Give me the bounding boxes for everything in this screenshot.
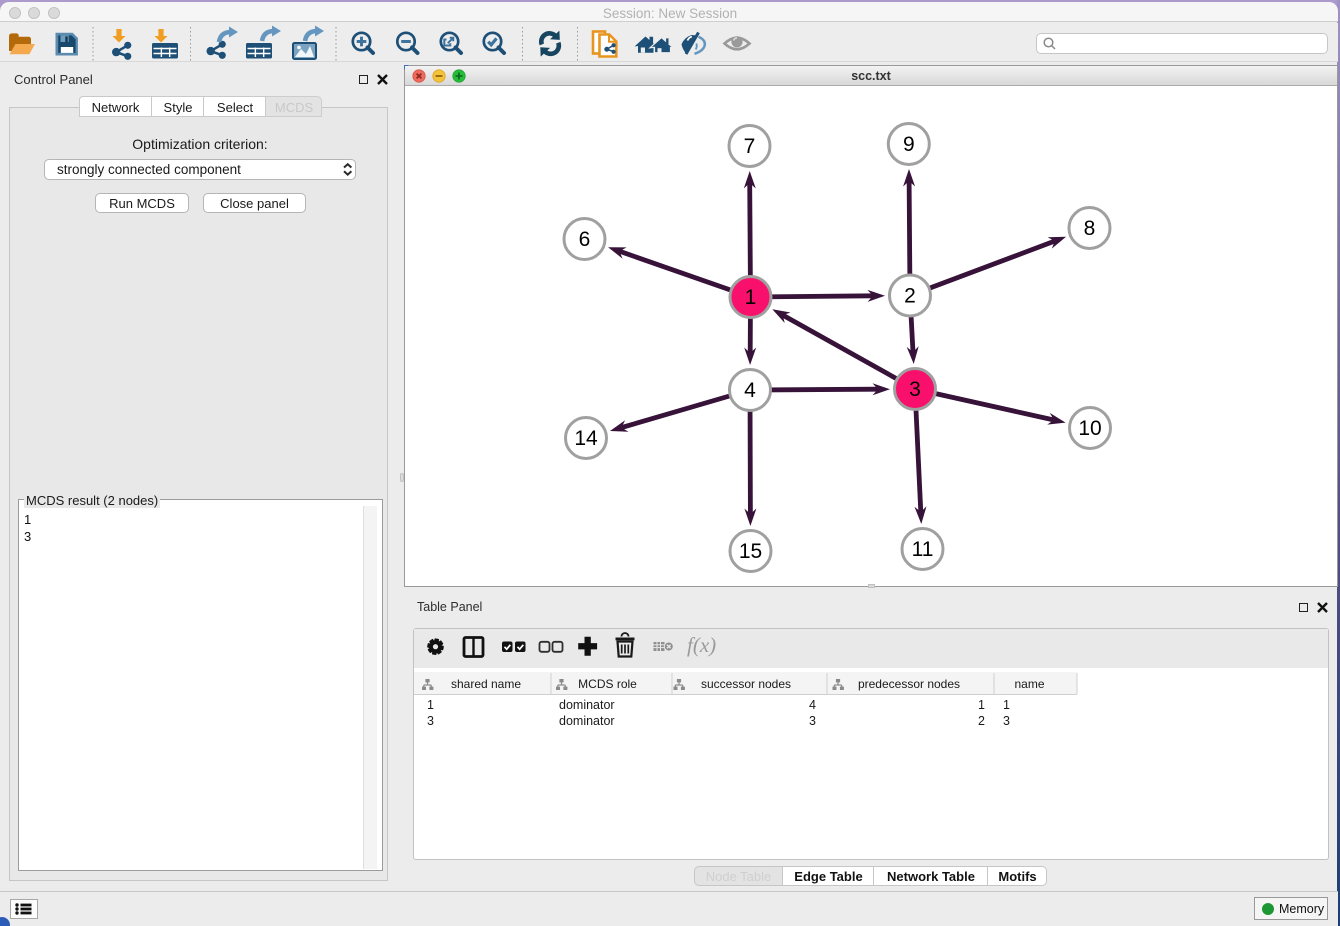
svg-text:2: 2 <box>904 285 916 308</box>
svg-text:14: 14 <box>574 427 598 450</box>
svg-text:9: 9 <box>903 133 915 156</box>
svg-text:7: 7 <box>744 135 756 158</box>
svg-text:15: 15 <box>739 540 762 563</box>
svg-text:6: 6 <box>579 228 591 251</box>
svg-text:4: 4 <box>744 379 756 402</box>
svg-text:11: 11 <box>912 538 934 561</box>
svg-text:1: 1 <box>745 286 757 309</box>
svg-text:10: 10 <box>1078 417 1101 440</box>
svg-text:3: 3 <box>909 378 921 401</box>
svg-text:8: 8 <box>1084 217 1096 240</box>
